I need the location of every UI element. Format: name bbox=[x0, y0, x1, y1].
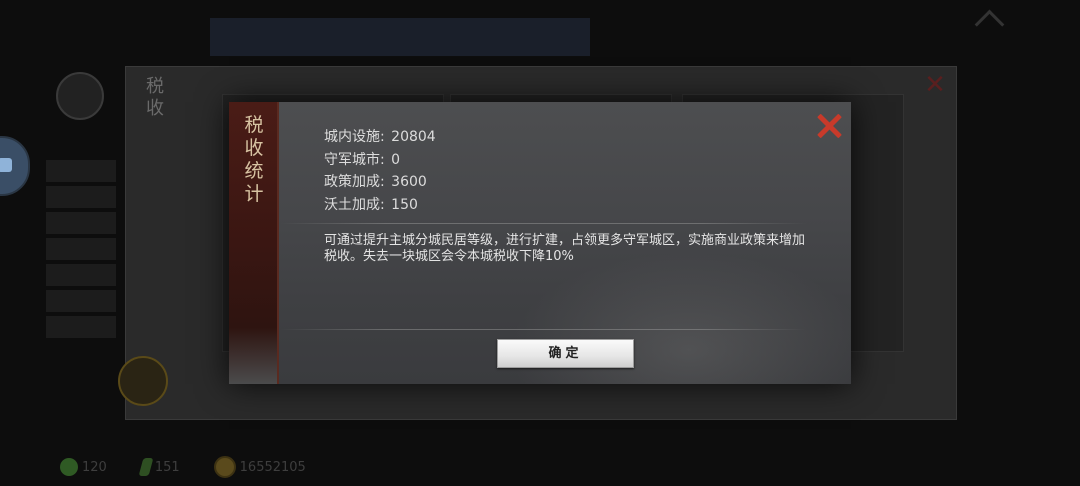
dialog-title: 税 收 统 计 bbox=[241, 114, 267, 206]
dialog-title-char: 统 bbox=[244, 160, 264, 182]
dialog-title-bar: 税 收 统 计 bbox=[229, 102, 279, 384]
dialog-title-char: 计 bbox=[244, 183, 264, 205]
leaf-icon bbox=[138, 458, 154, 476]
stat-value: 150 bbox=[391, 196, 418, 213]
resource-value: 16552105 bbox=[239, 459, 306, 475]
resource-gold: 16552105 bbox=[213, 456, 306, 478]
divider bbox=[281, 329, 806, 330]
resource-leaf: 151 bbox=[138, 458, 180, 476]
stat-fertile-land-bonus: 沃土加成: 150 bbox=[324, 194, 436, 217]
close-icon[interactable] bbox=[815, 112, 843, 140]
stat-value: 0 bbox=[391, 151, 401, 168]
resource-bar: 120 151 16552105 bbox=[60, 456, 306, 478]
confirm-button[interactable]: 确定 bbox=[497, 339, 634, 368]
game-screen: 税收 ✕ 120 151 16552105 税 收 统 计 城内设施: 2080… bbox=[0, 0, 1080, 486]
background-list bbox=[46, 160, 116, 360]
stat-label: 城内设施: bbox=[324, 129, 385, 145]
tax-description: 可通过提升主城分城民居等级，进行扩建，占领更多守军城区，实施商业政策来增加税收。… bbox=[324, 233, 806, 264]
stat-label: 守军城市: bbox=[324, 151, 385, 168]
gold-coin-icon bbox=[213, 456, 236, 478]
dialog-title-char: 税 bbox=[244, 114, 264, 136]
stat-value: 3600 bbox=[391, 174, 427, 190]
stat-label: 政策加成: bbox=[324, 174, 385, 190]
jade-icon bbox=[60, 458, 78, 476]
stat-garrison-cities: 守军城市: 0 bbox=[324, 149, 436, 172]
resource-value: 151 bbox=[154, 459, 180, 475]
background-close-icon[interactable]: ✕ bbox=[924, 72, 946, 98]
medal-icon[interactable] bbox=[118, 356, 168, 406]
stat-value: 20804 bbox=[391, 129, 436, 145]
collapse-icon[interactable] bbox=[974, 9, 1005, 40]
top-banner bbox=[210, 18, 590, 56]
stat-city-facilities: 城内设施: 20804 bbox=[324, 126, 436, 149]
stat-policy-bonus: 政策加成: 3600 bbox=[324, 171, 436, 194]
side-menu-icon[interactable] bbox=[0, 136, 30, 196]
divider bbox=[281, 223, 806, 224]
stats-list: 城内设施: 20804 守军城市: 0 政策加成: 3600 沃土加成: 150 bbox=[324, 126, 436, 216]
resource-value: 120 bbox=[82, 459, 107, 475]
background-panel-title: 税收 bbox=[143, 76, 164, 120]
avatar[interactable] bbox=[56, 72, 104, 120]
tax-statistics-dialog: 税 收 统 计 城内设施: 20804 守军城市: 0 政策加成: 3600 沃… bbox=[229, 102, 851, 384]
stat-label: 沃土加成: bbox=[324, 196, 385, 213]
dialog-title-char: 收 bbox=[244, 137, 264, 159]
resource-jade: 120 bbox=[60, 458, 107, 476]
